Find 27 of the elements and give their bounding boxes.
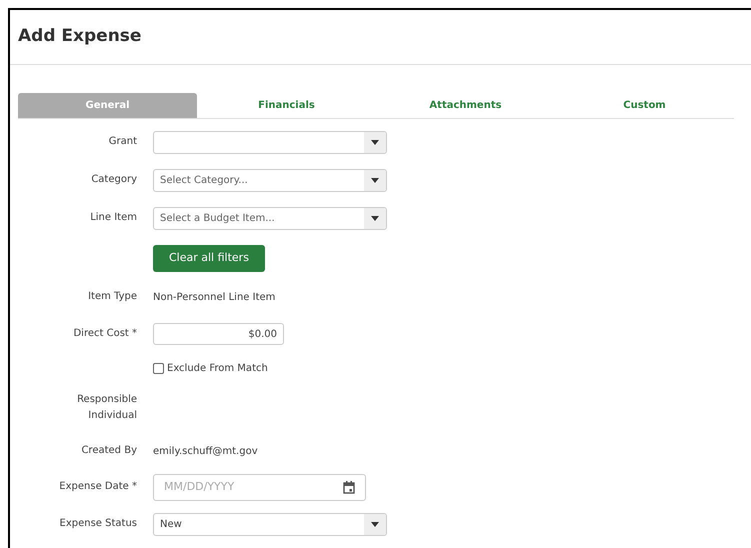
caret-icon [371, 140, 379, 144]
dropdown[interactable]: Select Category... [153, 168, 387, 192]
checkbox[interactable] [153, 362, 164, 374]
tab[interactable]: Attachments [376, 93, 555, 118]
calendar-icon[interactable] [343, 480, 355, 494]
tab[interactable]: Financials [197, 93, 376, 118]
field-label: Responsible Individual [76, 393, 137, 423]
clear-filters-button[interactable]: Clear all filters [153, 244, 265, 272]
checkbox-label: Exclude From Match [167, 362, 268, 376]
field-label: Item Type [88, 290, 137, 304]
field-label: Grant [108, 135, 137, 149]
field-label: Expense Date * [59, 480, 137, 494]
input-field[interactable]: $0.00 [153, 323, 284, 345]
field-label: Expense Status [60, 517, 137, 531]
dropdown[interactable]: Select a Budget Item... [153, 206, 387, 230]
caret-icon [371, 216, 379, 220]
field-label: Line Item [90, 211, 137, 225]
field-label: Category [91, 173, 137, 187]
caret-icon [371, 178, 379, 182]
tab[interactable]: Custom [555, 93, 734, 118]
field-value: Non-Personnel Line Item [153, 290, 276, 304]
field-label: Direct Cost * [73, 327, 137, 341]
page-title: Add Expense [18, 25, 142, 48]
dropdown[interactable]: New [153, 512, 387, 536]
field-value: emily.schuff@mt.gov [153, 444, 258, 458]
caret-icon [371, 522, 379, 526]
field-label: Created By [81, 444, 137, 458]
